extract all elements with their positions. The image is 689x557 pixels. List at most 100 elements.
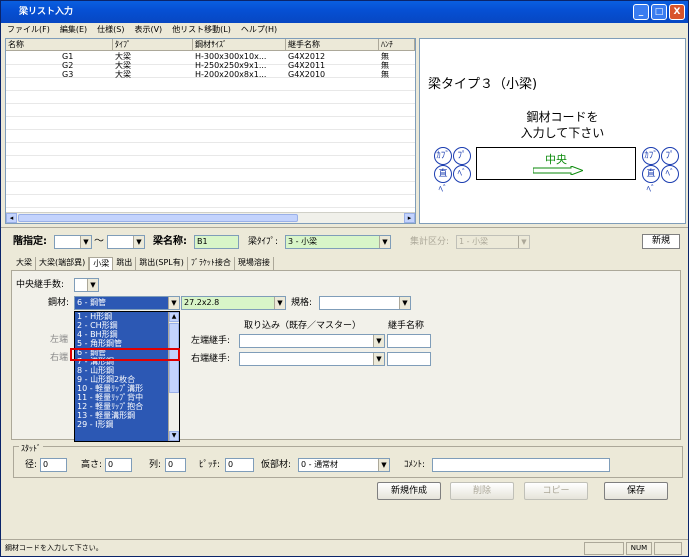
right-joint-select[interactable]: ▼ bbox=[239, 352, 385, 366]
cell-type: 大梁 bbox=[115, 70, 131, 79]
list-item[interactable]: 29 - I形鋼 bbox=[75, 420, 169, 429]
menu-other-list[interactable]: 他リスト移動(L) bbox=[172, 23, 231, 37]
list-item[interactable]: 11 - 軽量ﾘｯﾌﾟ背中 bbox=[75, 393, 169, 402]
preview-msg-line2: 入力して下さい bbox=[520, 126, 605, 140]
list-item[interactable]: 2 - CH形鋼 bbox=[75, 321, 169, 330]
list-item[interactable]: 5 - 角形鋼管 bbox=[75, 339, 169, 348]
list-item[interactable]: 1 - H形鋼 bbox=[75, 312, 169, 321]
status-text: 鋼材コードを入力して下さい。 bbox=[5, 544, 103, 552]
steel-dropdown-list[interactable]: 1 - H形鋼 2 - CH形鋼 4 - BH形鋼 5 - 角形鋼管 6 - 鋼… bbox=[74, 311, 180, 442]
beam-list[interactable]: 名称 ﾀｲﾌﾟ 鋼材ｻｲｽﾞ 継手名称 ﾊﾝﾁ G1 大梁 H-300x300x… bbox=[5, 38, 416, 224]
table-row[interactable]: G1 大梁 H-300x300x10x... G4X2012 無 bbox=[6, 52, 415, 61]
menu-bar: ファイル(F) 編集(E) 仕様(S) 表示(V) 他リスト移動(L) ヘルプ(… bbox=[1, 23, 688, 37]
center-joint-count-select[interactable]: ▼ bbox=[74, 278, 99, 292]
cell-size: H-300x300x10x... bbox=[195, 52, 267, 61]
temp-member-label: 仮部材: bbox=[261, 460, 292, 470]
chevron-down-icon: ▼ bbox=[399, 297, 410, 309]
right-joint-name-input[interactable] bbox=[387, 352, 431, 366]
chevron-down-icon: ▼ bbox=[518, 236, 529, 248]
scroll-down-icon[interactable]: ▼ bbox=[169, 431, 179, 441]
list-item[interactable]: 13 - 軽量溝形鋼 bbox=[75, 411, 169, 420]
divider bbox=[1, 227, 688, 228]
save-button[interactable]: 保存 bbox=[604, 482, 668, 500]
scroll-left-icon[interactable]: ◂ bbox=[6, 213, 17, 223]
dropdown-scrollbar[interactable]: ▲ ▼ bbox=[168, 312, 179, 441]
tab-large-beam-end[interactable]: 大梁(端部異) bbox=[36, 257, 90, 270]
steel-size-select[interactable]: 27.2x2.8 ▼ bbox=[181, 296, 286, 310]
tab-overhang[interactable]: 跳出 bbox=[113, 257, 137, 270]
cell-haunch: 無 bbox=[381, 61, 389, 70]
chevron-down-icon: ▼ bbox=[274, 297, 285, 309]
cell-haunch: 無 bbox=[381, 70, 389, 79]
steel-select[interactable]: 6 - 鋼管 ▼ bbox=[74, 296, 180, 310]
status-cell bbox=[584, 542, 624, 555]
status-bar: 鋼材コードを入力して下さい。 NUM bbox=[1, 539, 688, 556]
col-joint-name[interactable]: 継手名称 bbox=[286, 39, 379, 50]
col-type[interactable]: ﾀｲﾌﾟ bbox=[113, 39, 193, 50]
tab-field-weld[interactable]: 現場溶接 bbox=[235, 257, 274, 270]
delete-button[interactable]: 削除 bbox=[450, 482, 514, 500]
steel-label: 鋼材: bbox=[48, 298, 70, 308]
pitch-input[interactable]: 0 bbox=[225, 458, 254, 472]
menu-view[interactable]: 表示(V) bbox=[134, 23, 162, 37]
left-joint-select[interactable]: ▼ bbox=[239, 334, 385, 348]
tab-small-beam[interactable]: 小梁 bbox=[89, 257, 114, 270]
tab-overhang-spl[interactable]: 跳出(SPL有) bbox=[136, 257, 188, 270]
floor-from-select[interactable]: ▼ bbox=[54, 235, 92, 249]
col-name[interactable]: 名称 bbox=[6, 39, 113, 50]
menu-help[interactable]: ヘルプ(H) bbox=[241, 23, 277, 37]
tilde: 〜 bbox=[94, 236, 104, 247]
left-bottom-circle-2: ﾍﾞ bbox=[453, 165, 471, 183]
cell-type: 大梁 bbox=[115, 61, 131, 70]
floor-to-select[interactable]: ▼ bbox=[107, 235, 145, 249]
tab-large-beam[interactable]: 大梁 bbox=[13, 257, 36, 270]
columns-input[interactable]: 0 bbox=[165, 458, 186, 472]
scroll-thumb[interactable] bbox=[18, 214, 298, 222]
spec-select[interactable]: ▼ bbox=[319, 296, 411, 310]
cell-name: G1 bbox=[62, 52, 74, 61]
create-button[interactable]: 新規作成 bbox=[377, 482, 441, 500]
col-haunch[interactable]: ﾊﾝﾁ bbox=[379, 39, 415, 50]
beam-name-label: 梁名称: bbox=[153, 236, 187, 247]
minimize-button[interactable]: _ bbox=[633, 4, 649, 20]
list-item[interactable]: 8 - 山形鋼 bbox=[75, 366, 169, 375]
scroll-up-icon[interactable]: ▲ bbox=[169, 312, 179, 322]
beam-type-select[interactable]: 3 - 小梁 ▼ bbox=[285, 235, 391, 249]
temp-member-select[interactable]: 0 - 通常材 ▼ bbox=[298, 458, 390, 472]
menu-spec[interactable]: 仕様(S) bbox=[97, 23, 124, 37]
list-item[interactable]: 10 - 軽量ﾘｯﾌﾟ溝形 bbox=[75, 384, 169, 393]
tab-bracket[interactable]: ﾌﾞﾗｹｯﾄ接合 bbox=[188, 257, 235, 270]
list-item[interactable]: 12 - 軽量ﾘｯﾌﾟ抱合 bbox=[75, 402, 169, 411]
cell-type: 大梁 bbox=[115, 52, 131, 61]
table-row[interactable]: G2 大梁 H-250x250x9x1... G4X2011 無 bbox=[6, 61, 415, 70]
close-button[interactable]: X bbox=[669, 4, 685, 20]
horizontal-scrollbar[interactable]: ◂ ▸ bbox=[6, 212, 415, 223]
chevron-down-icon: ▼ bbox=[379, 236, 390, 248]
preview-title: 梁タイプ３（小梁) bbox=[428, 77, 538, 92]
comment-input[interactable] bbox=[432, 458, 610, 472]
menu-file[interactable]: ファイル(F) bbox=[7, 23, 50, 37]
steel-size-value: 27.2x2.8 bbox=[184, 298, 220, 307]
table-row[interactable]: G3 大梁 H-200x200x8x1... G4X2010 無 bbox=[6, 70, 415, 79]
menu-edit[interactable]: 編集(E) bbox=[60, 23, 87, 37]
left-joint-name-input[interactable] bbox=[387, 334, 431, 348]
center-label: 中央 bbox=[545, 153, 567, 166]
list-item[interactable]: 4 - BH形鋼 bbox=[75, 330, 169, 339]
cell-joint: G4X2012 bbox=[288, 52, 326, 61]
right-end-label: 右端 bbox=[50, 353, 69, 363]
chevron-down-icon: ▼ bbox=[87, 279, 98, 291]
title-bar: 梁リスト入力 _ □ X bbox=[1, 1, 688, 23]
left-top-circle-2: ﾌﾟ bbox=[453, 147, 471, 165]
aggregate-select[interactable]: 1 - 小梁 ▼ bbox=[456, 235, 530, 249]
copy-button[interactable]: コピー bbox=[524, 482, 588, 500]
height-input[interactable]: 0 bbox=[105, 458, 132, 472]
diameter-input[interactable]: 0 bbox=[40, 458, 67, 472]
beam-name-input[interactable]: B1 bbox=[194, 235, 239, 249]
maximize-button[interactable]: □ bbox=[651, 4, 667, 20]
col-steel-size[interactable]: 鋼材ｻｲｽﾞ bbox=[193, 39, 286, 50]
scroll-right-icon[interactable]: ▸ bbox=[404, 213, 415, 223]
chevron-down-icon: ▼ bbox=[378, 459, 389, 471]
cell-size: H-250x250x9x1... bbox=[195, 61, 267, 70]
beam-type-label: 梁ﾀｲﾌﾟ: bbox=[248, 237, 279, 247]
list-item[interactable]: 9 - 山形鋼2枚合 bbox=[75, 375, 169, 384]
